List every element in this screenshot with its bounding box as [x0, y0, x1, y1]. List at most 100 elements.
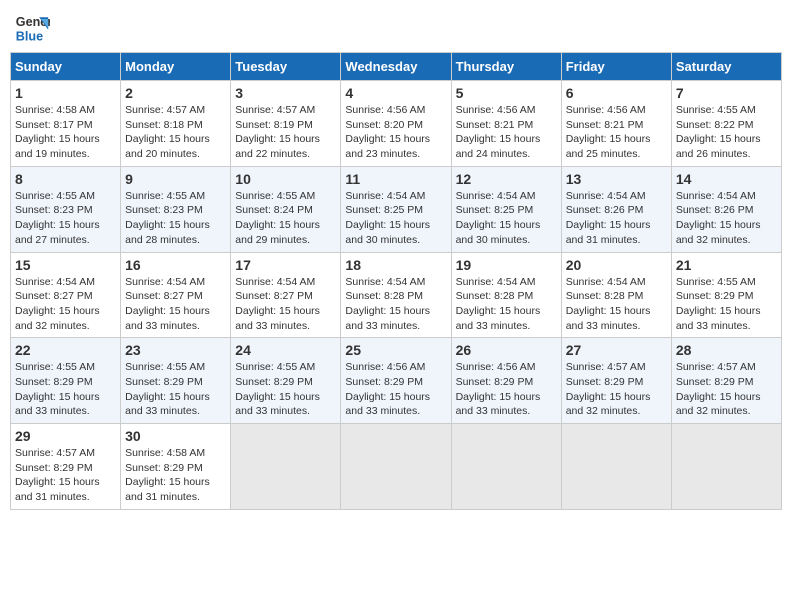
- day-info: Sunrise: 4:54 AMSunset: 8:28 PMDaylight:…: [566, 275, 667, 334]
- day-number: 28: [676, 342, 777, 358]
- calendar-cell: 9 Sunrise: 4:55 AMSunset: 8:23 PMDayligh…: [121, 166, 231, 252]
- calendar-cell: 15 Sunrise: 4:54 AMSunset: 8:27 PMDaylig…: [11, 252, 121, 338]
- day-number: 12: [456, 171, 557, 187]
- day-number: 20: [566, 257, 667, 273]
- calendar-cell: 19 Sunrise: 4:54 AMSunset: 8:28 PMDaylig…: [451, 252, 561, 338]
- dow-header-tuesday: Tuesday: [231, 53, 341, 81]
- day-info: Sunrise: 4:57 AMSunset: 8:18 PMDaylight:…: [125, 103, 226, 162]
- day-number: 27: [566, 342, 667, 358]
- week-row-1: 1 Sunrise: 4:58 AMSunset: 8:17 PMDayligh…: [11, 81, 782, 167]
- day-info: Sunrise: 4:55 AMSunset: 8:23 PMDaylight:…: [125, 189, 226, 248]
- calendar-cell: 8 Sunrise: 4:55 AMSunset: 8:23 PMDayligh…: [11, 166, 121, 252]
- day-info: Sunrise: 4:57 AMSunset: 8:29 PMDaylight:…: [676, 360, 777, 419]
- week-row-2: 8 Sunrise: 4:55 AMSunset: 8:23 PMDayligh…: [11, 166, 782, 252]
- day-number: 26: [456, 342, 557, 358]
- calendar-cell: [671, 424, 781, 510]
- calendar-cell: 10 Sunrise: 4:55 AMSunset: 8:24 PMDaylig…: [231, 166, 341, 252]
- day-info: Sunrise: 4:57 AMSunset: 8:29 PMDaylight:…: [15, 446, 116, 505]
- calendar-cell: 16 Sunrise: 4:54 AMSunset: 8:27 PMDaylig…: [121, 252, 231, 338]
- day-number: 6: [566, 85, 667, 101]
- week-row-5: 29 Sunrise: 4:57 AMSunset: 8:29 PMDaylig…: [11, 424, 782, 510]
- calendar-cell: 6 Sunrise: 4:56 AMSunset: 8:21 PMDayligh…: [561, 81, 671, 167]
- day-info: Sunrise: 4:58 AMSunset: 8:17 PMDaylight:…: [15, 103, 116, 162]
- calendar-cell: 12 Sunrise: 4:54 AMSunset: 8:25 PMDaylig…: [451, 166, 561, 252]
- days-of-week-row: SundayMondayTuesdayWednesdayThursdayFrid…: [11, 53, 782, 81]
- day-number: 11: [345, 171, 446, 187]
- calendar-cell: [561, 424, 671, 510]
- calendar-cell: 28 Sunrise: 4:57 AMSunset: 8:29 PMDaylig…: [671, 338, 781, 424]
- calendar-body: 1 Sunrise: 4:58 AMSunset: 8:17 PMDayligh…: [11, 81, 782, 510]
- day-number: 8: [15, 171, 116, 187]
- day-number: 1: [15, 85, 116, 101]
- day-info: Sunrise: 4:54 AMSunset: 8:27 PMDaylight:…: [15, 275, 116, 334]
- calendar-cell: [231, 424, 341, 510]
- day-number: 23: [125, 342, 226, 358]
- day-info: Sunrise: 4:55 AMSunset: 8:29 PMDaylight:…: [15, 360, 116, 419]
- day-info: Sunrise: 4:54 AMSunset: 8:28 PMDaylight:…: [456, 275, 557, 334]
- dow-header-sunday: Sunday: [11, 53, 121, 81]
- calendar-cell: 25 Sunrise: 4:56 AMSunset: 8:29 PMDaylig…: [341, 338, 451, 424]
- day-number: 4: [345, 85, 446, 101]
- logo: General Blue: [14, 10, 54, 46]
- day-info: Sunrise: 4:57 AMSunset: 8:29 PMDaylight:…: [566, 360, 667, 419]
- day-info: Sunrise: 4:54 AMSunset: 8:25 PMDaylight:…: [345, 189, 446, 248]
- day-number: 25: [345, 342, 446, 358]
- logo-icon: General Blue: [14, 10, 50, 46]
- day-number: 18: [345, 257, 446, 273]
- calendar-cell: 17 Sunrise: 4:54 AMSunset: 8:27 PMDaylig…: [231, 252, 341, 338]
- day-info: Sunrise: 4:54 AMSunset: 8:28 PMDaylight:…: [345, 275, 446, 334]
- day-number: 9: [125, 171, 226, 187]
- dow-header-friday: Friday: [561, 53, 671, 81]
- calendar-cell: [341, 424, 451, 510]
- calendar-cell: 26 Sunrise: 4:56 AMSunset: 8:29 PMDaylig…: [451, 338, 561, 424]
- dow-header-wednesday: Wednesday: [341, 53, 451, 81]
- svg-text:Blue: Blue: [16, 30, 43, 44]
- calendar-cell: 24 Sunrise: 4:55 AMSunset: 8:29 PMDaylig…: [231, 338, 341, 424]
- day-info: Sunrise: 4:56 AMSunset: 8:21 PMDaylight:…: [456, 103, 557, 162]
- day-info: Sunrise: 4:55 AMSunset: 8:29 PMDaylight:…: [235, 360, 336, 419]
- day-info: Sunrise: 4:54 AMSunset: 8:27 PMDaylight:…: [235, 275, 336, 334]
- calendar-cell: 20 Sunrise: 4:54 AMSunset: 8:28 PMDaylig…: [561, 252, 671, 338]
- day-number: 29: [15, 428, 116, 444]
- day-info: Sunrise: 4:54 AMSunset: 8:26 PMDaylight:…: [566, 189, 667, 248]
- day-info: Sunrise: 4:57 AMSunset: 8:19 PMDaylight:…: [235, 103, 336, 162]
- calendar-cell: 7 Sunrise: 4:55 AMSunset: 8:22 PMDayligh…: [671, 81, 781, 167]
- header: General Blue: [10, 10, 782, 46]
- day-number: 22: [15, 342, 116, 358]
- day-number: 2: [125, 85, 226, 101]
- day-number: 21: [676, 257, 777, 273]
- calendar-cell: 22 Sunrise: 4:55 AMSunset: 8:29 PMDaylig…: [11, 338, 121, 424]
- calendar-cell: [451, 424, 561, 510]
- day-number: 24: [235, 342, 336, 358]
- day-number: 19: [456, 257, 557, 273]
- calendar-cell: 18 Sunrise: 4:54 AMSunset: 8:28 PMDaylig…: [341, 252, 451, 338]
- calendar-cell: 23 Sunrise: 4:55 AMSunset: 8:29 PMDaylig…: [121, 338, 231, 424]
- day-info: Sunrise: 4:55 AMSunset: 8:29 PMDaylight:…: [676, 275, 777, 334]
- day-number: 3: [235, 85, 336, 101]
- calendar-cell: 2 Sunrise: 4:57 AMSunset: 8:18 PMDayligh…: [121, 81, 231, 167]
- day-info: Sunrise: 4:55 AMSunset: 8:29 PMDaylight:…: [125, 360, 226, 419]
- day-number: 30: [125, 428, 226, 444]
- dow-header-saturday: Saturday: [671, 53, 781, 81]
- day-info: Sunrise: 4:54 AMSunset: 8:26 PMDaylight:…: [676, 189, 777, 248]
- day-info: Sunrise: 4:56 AMSunset: 8:29 PMDaylight:…: [456, 360, 557, 419]
- calendar-cell: 1 Sunrise: 4:58 AMSunset: 8:17 PMDayligh…: [11, 81, 121, 167]
- calendar-cell: 4 Sunrise: 4:56 AMSunset: 8:20 PMDayligh…: [341, 81, 451, 167]
- day-number: 15: [15, 257, 116, 273]
- day-info: Sunrise: 4:56 AMSunset: 8:20 PMDaylight:…: [345, 103, 446, 162]
- dow-header-monday: Monday: [121, 53, 231, 81]
- day-number: 5: [456, 85, 557, 101]
- calendar-cell: 14 Sunrise: 4:54 AMSunset: 8:26 PMDaylig…: [671, 166, 781, 252]
- day-info: Sunrise: 4:56 AMSunset: 8:29 PMDaylight:…: [345, 360, 446, 419]
- calendar-cell: 21 Sunrise: 4:55 AMSunset: 8:29 PMDaylig…: [671, 252, 781, 338]
- day-number: 17: [235, 257, 336, 273]
- day-info: Sunrise: 4:55 AMSunset: 8:23 PMDaylight:…: [15, 189, 116, 248]
- calendar-cell: 13 Sunrise: 4:54 AMSunset: 8:26 PMDaylig…: [561, 166, 671, 252]
- day-info: Sunrise: 4:54 AMSunset: 8:25 PMDaylight:…: [456, 189, 557, 248]
- week-row-3: 15 Sunrise: 4:54 AMSunset: 8:27 PMDaylig…: [11, 252, 782, 338]
- day-info: Sunrise: 4:54 AMSunset: 8:27 PMDaylight:…: [125, 275, 226, 334]
- day-number: 13: [566, 171, 667, 187]
- day-info: Sunrise: 4:56 AMSunset: 8:21 PMDaylight:…: [566, 103, 667, 162]
- day-info: Sunrise: 4:55 AMSunset: 8:22 PMDaylight:…: [676, 103, 777, 162]
- day-number: 16: [125, 257, 226, 273]
